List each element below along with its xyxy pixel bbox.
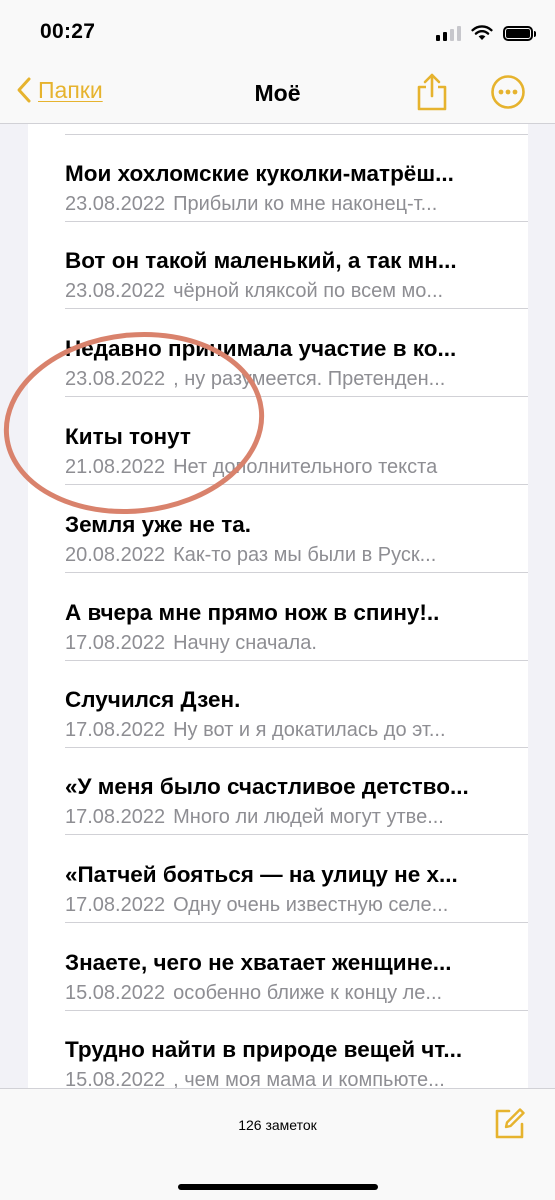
- note-row[interactable]: Случился Дзен. 17.08.2022 Ну вот и я дока…: [28, 661, 528, 748]
- note-row[interactable]: Знаете, чего не хватает женщине... 15.08…: [28, 924, 528, 1011]
- note-date: 17.08.2022: [65, 632, 166, 654]
- note-row[interactable]: Киты тонут 21.08.2022 Нет дополнительного…: [28, 398, 528, 485]
- note-title: Случился Дзен.: [65, 687, 241, 712]
- note-preview: , чем моя мама и компьюте...: [173, 1069, 445, 1088]
- note-row[interactable]: Вот он такой маленький, а так мн... 23.0…: [28, 222, 528, 309]
- note-date: 17.08.2022: [65, 894, 166, 916]
- battery-icon: [503, 25, 536, 41]
- home-indicator[interactable]: [178, 1184, 378, 1190]
- status-bar: 00:27: [0, 0, 555, 62]
- note-title: «Патчей бояться — на улицу не х...: [65, 862, 458, 887]
- note-date: 17.08.2022: [65, 719, 166, 741]
- note-row[interactable]: А вчера мне прямо нож в спину!.. 17.08.2…: [28, 574, 528, 661]
- note-title: А вчера мне прямо нож в спину!..: [65, 600, 440, 625]
- note-subtitle: 15.08.2022 , чем моя мама и компьюте...: [65, 1069, 515, 1088]
- note-preview: Много ли людей могут утве...: [173, 806, 444, 828]
- note-subtitle: 23.08.2022 Прибыли ко мне наконец-т...: [65, 193, 515, 216]
- bottom-toolbar: 126 заметок: [0, 1088, 555, 1200]
- note-preview: чёрной кляксой по всем мо...: [173, 280, 444, 302]
- note-title: Киты тонут: [65, 424, 191, 449]
- note-date: 15.08.2022: [65, 1069, 166, 1088]
- note-title: Мои хохломские куколки-матрёш...: [65, 161, 454, 186]
- note-preview: Ну вот и я докатилась до эт...: [173, 719, 446, 741]
- note-subtitle: 20.08.2022 Как-то раз мы были в Руск...: [65, 544, 515, 567]
- note-subtitle: 23.08.2022 , ну разумеется. Претенден...: [65, 368, 515, 391]
- note-date: 21.08.2022: [65, 456, 166, 478]
- note-preview: Одну очень известную селе...: [173, 894, 449, 916]
- note-title: Вот он такой маленький, а так мн...: [65, 248, 457, 273]
- cellular-signal-icon: [436, 25, 461, 41]
- notes-count: 126 заметок: [238, 1117, 317, 1133]
- note-row[interactable]: Трудно найти в природе вещей чт... 15.08…: [28, 1011, 528, 1088]
- note-date: 17.08.2022: [65, 806, 166, 828]
- note-preview: Как-то раз мы были в Руск...: [173, 544, 437, 566]
- note-subtitle: 17.08.2022 Ну вот и я докатилась до эт...: [65, 719, 515, 742]
- note-row[interactable]: Земля уже не та. 20.08.2022 Как-то раз мы…: [28, 486, 528, 573]
- note-title: Недавно принимала участие в ко...: [65, 336, 457, 361]
- note-subtitle: 23.08.2022 чёрной кляксой по всем мо...: [65, 280, 515, 303]
- notes-screen: 00:27 Папки Моё Мои хохломские куколки-м…: [0, 0, 555, 1200]
- more-icon[interactable]: [490, 74, 526, 110]
- compose-icon[interactable]: [492, 1107, 526, 1141]
- page-title: Моё: [254, 80, 301, 106]
- note-row[interactable]: «У меня было счастливое детство... 17.08…: [28, 748, 528, 835]
- note-preview: , ну разумеется. Претенден...: [173, 368, 446, 390]
- note-preview: Нет дополнительного текста: [173, 456, 438, 478]
- status-time: 00:27: [40, 20, 96, 43]
- note-title: Земля уже не та.: [65, 512, 251, 537]
- share-icon[interactable]: [414, 72, 450, 112]
- note-title: Знаете, чего не хватает женщине...: [65, 950, 452, 975]
- note-title: «У меня было счастливое детство...: [65, 774, 469, 799]
- note-subtitle: 15.08.2022 особенно ближе к концу ле...: [65, 982, 515, 1005]
- note-subtitle: 17.08.2022 Одну очень известную селе...: [65, 894, 515, 917]
- wifi-icon: [471, 25, 493, 40]
- note-preview: Прибыли ко мне наконец-т...: [173, 193, 438, 215]
- note-title: Трудно найти в природе вещей чт...: [65, 1037, 463, 1062]
- note-row[interactable]: «Патчей бояться — на улицу не х... 17.08…: [28, 836, 528, 923]
- note-date: 15.08.2022: [65, 982, 166, 1004]
- note-preview: Начну сначала.: [173, 632, 317, 654]
- status-icons: [436, 22, 536, 44]
- note-date: 20.08.2022: [65, 544, 166, 566]
- note-subtitle: 21.08.2022 Нет дополнительного текста: [65, 456, 515, 479]
- note-date: 23.08.2022: [65, 280, 166, 302]
- note-preview: особенно ближе к концу ле...: [173, 982, 443, 1004]
- notes-list: Мои хохломские куколки-матрёш... 23.08.2…: [28, 124, 528, 1088]
- note-date: 23.08.2022: [65, 368, 166, 390]
- note-subtitle: 17.08.2022 Много ли людей могут утве...: [65, 806, 515, 829]
- note-row[interactable]: Мои хохломские куколки-матрёш... 23.08.2…: [28, 135, 528, 222]
- navigation-bar: Папки Моё: [0, 62, 555, 124]
- note-row[interactable]: Недавно принимала участие в ко... 23.08.…: [28, 310, 528, 397]
- note-date: 23.08.2022: [65, 193, 166, 215]
- note-subtitle: 17.08.2022 Начну сначала.: [65, 632, 515, 655]
